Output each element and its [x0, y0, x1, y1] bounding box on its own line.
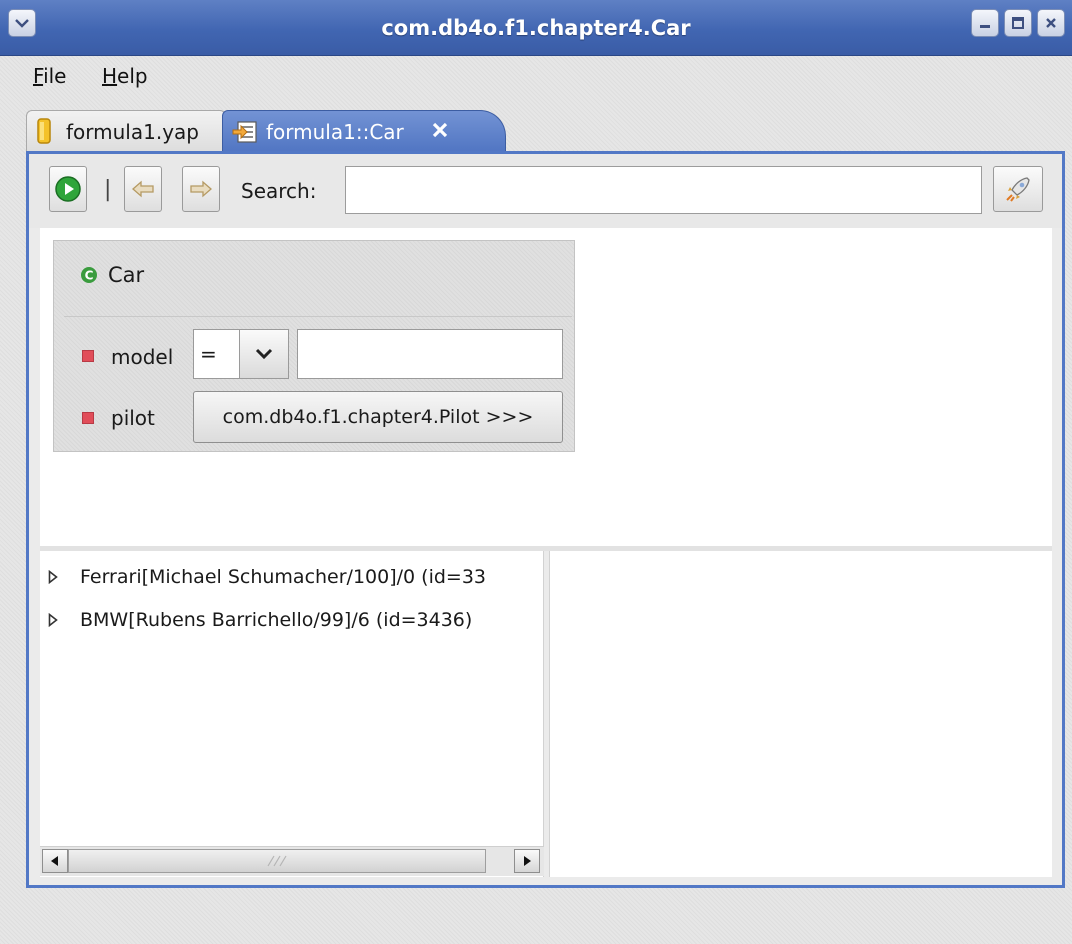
- results-tree: [40, 551, 544, 877]
- forward-button[interactable]: [182, 166, 220, 212]
- scroll-left-button[interactable]: [42, 849, 68, 873]
- search-label: Search:: [241, 179, 317, 203]
- search-input[interactable]: [345, 166, 982, 214]
- run-icon: [55, 176, 81, 202]
- field-marker-icon: [82, 412, 94, 424]
- close-button[interactable]: [1037, 9, 1065, 37]
- maximize-icon: [1012, 17, 1024, 29]
- model-value-input[interactable]: [297, 329, 563, 379]
- scroll-left-icon: [51, 856, 58, 866]
- class-name-label: Car: [108, 263, 145, 287]
- rocket-icon: [1006, 177, 1030, 202]
- forward-arrow-icon: [190, 180, 212, 198]
- svg-text:C: C: [85, 269, 94, 283]
- scroll-right-button[interactable]: [514, 849, 540, 873]
- menu-file-mnemonic: F: [33, 64, 44, 88]
- scroll-thumb[interactable]: [68, 849, 486, 873]
- chevron-down-icon: [255, 348, 273, 360]
- field-name-model: model: [111, 345, 174, 369]
- close-icon: [1046, 18, 1056, 28]
- toolbar-separator: |: [104, 177, 112, 202]
- execute-search-button[interactable]: [993, 166, 1043, 212]
- detail-pane: [549, 551, 1052, 877]
- query-icon: [232, 121, 257, 143]
- back-button[interactable]: [124, 166, 162, 212]
- back-arrow-icon: [132, 180, 154, 198]
- scroll-right-icon: [524, 856, 531, 866]
- field-name-pilot: pilot: [111, 406, 155, 430]
- result-row[interactable]: BMW[Rubens Barrichello/99]/6 (id=3436): [80, 605, 472, 635]
- run-query-button[interactable]: [49, 166, 87, 212]
- chevron-down-icon: [15, 19, 29, 28]
- expand-arrow-icon[interactable]: [48, 613, 58, 627]
- menu-file-label: ile: [43, 64, 67, 88]
- tab-close-button[interactable]: [428, 118, 452, 142]
- menu-help-mnemonic: H: [102, 64, 118, 88]
- pilot-link-button[interactable]: com.db4o.f1.chapter4.Pilot >>>: [193, 391, 563, 443]
- window-title: com.db4o.f1.chapter4.Car: [381, 16, 691, 40]
- tab-formula1-yap-label: formula1.yap: [66, 120, 199, 144]
- class-icon: C: [81, 267, 97, 283]
- operator-dropdown-button[interactable]: [239, 330, 288, 378]
- minimize-icon: [980, 25, 990, 28]
- result-row[interactable]: Ferrari[Michael Schumacher/100]/0 (id=33: [80, 562, 544, 592]
- field-marker-icon: [82, 350, 94, 362]
- close-icon: [432, 122, 448, 138]
- minimize-button[interactable]: [971, 9, 999, 37]
- grip-icon: [267, 855, 287, 867]
- maximize-button[interactable]: [1004, 9, 1032, 37]
- database-icon: [37, 118, 51, 144]
- class-box-divider: [64, 316, 572, 317]
- menu-file[interactable]: File: [33, 60, 66, 92]
- tab-formula1-car-label: formula1::Car: [266, 120, 404, 144]
- window-menu-button[interactable]: [8, 9, 36, 37]
- expand-arrow-icon[interactable]: [48, 570, 58, 584]
- menu-help-label: elp: [117, 64, 148, 88]
- operator-value: =: [200, 342, 217, 366]
- operator-select[interactable]: =: [193, 329, 289, 379]
- menu-help[interactable]: Help: [102, 60, 148, 92]
